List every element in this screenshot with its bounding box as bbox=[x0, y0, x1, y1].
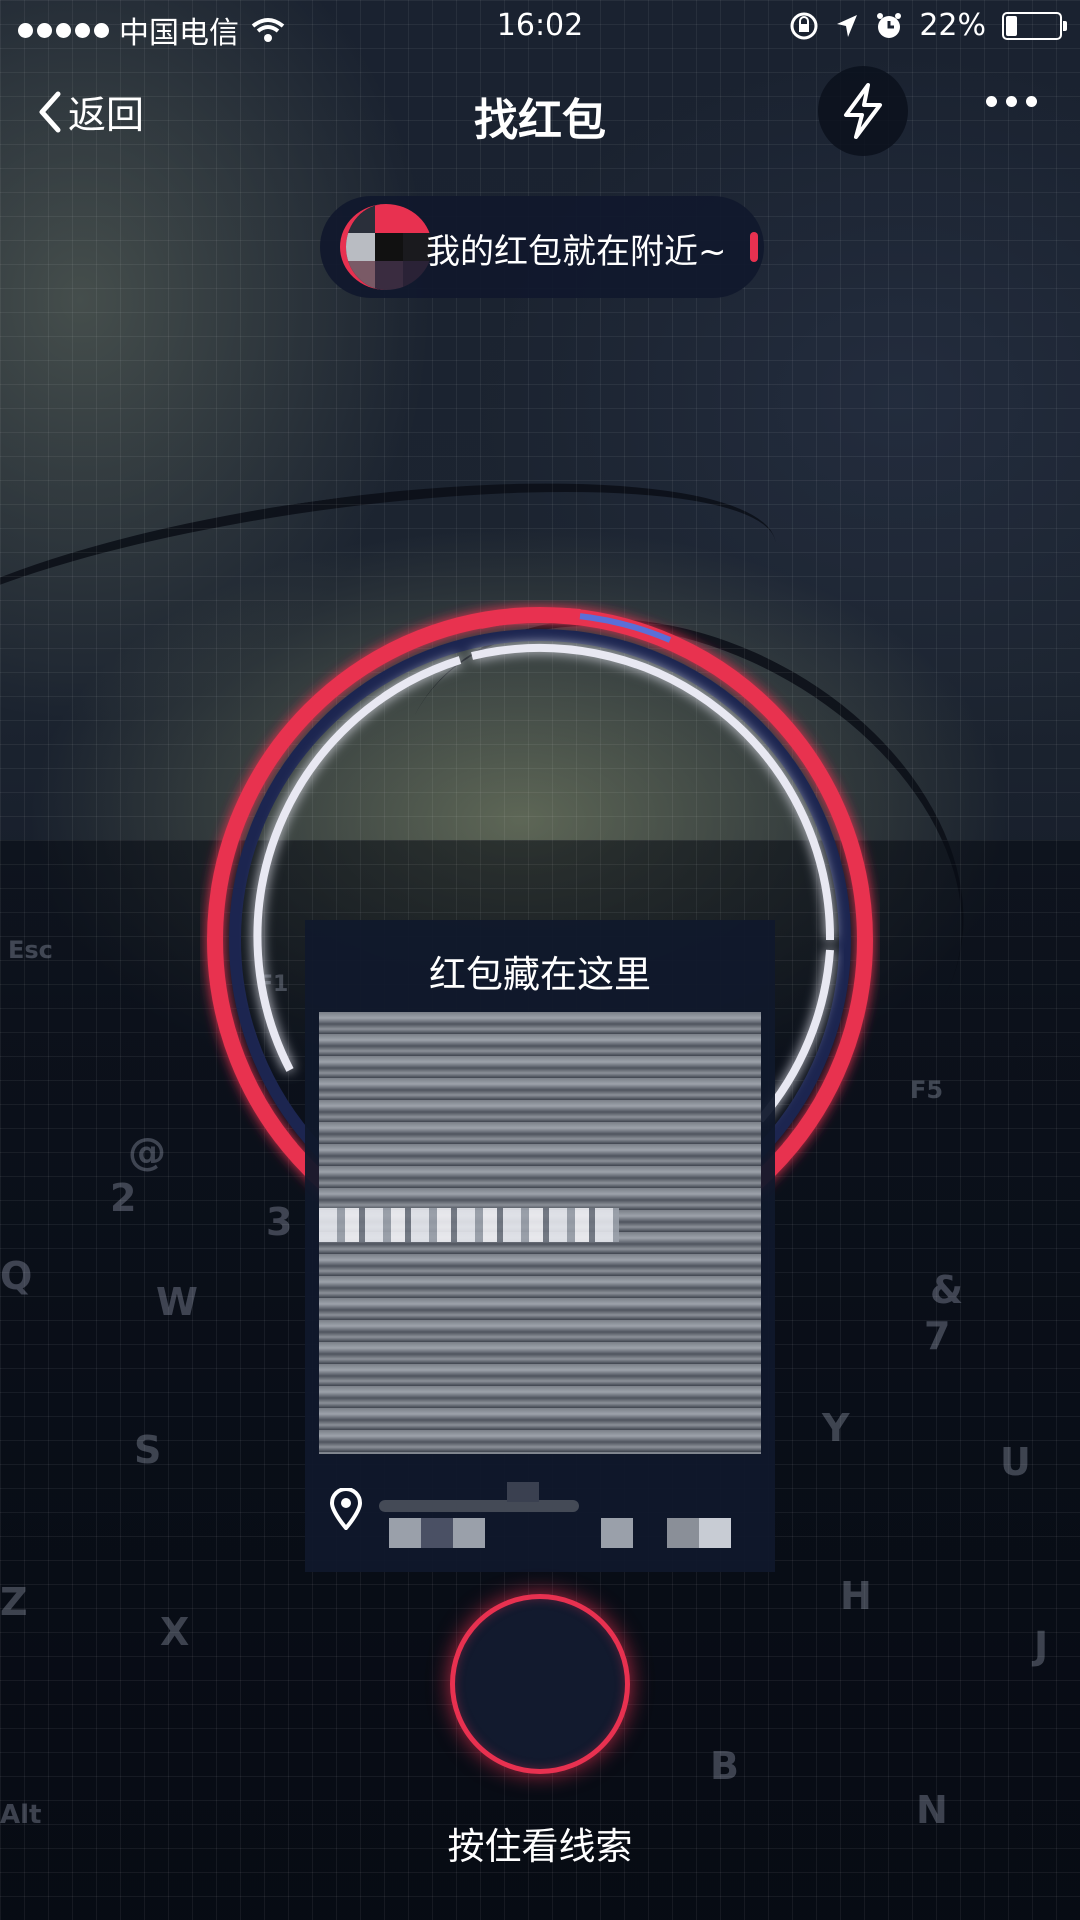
keycap: 7 bbox=[924, 1314, 951, 1358]
keycap: Y bbox=[822, 1406, 850, 1450]
clue-card-title: 红包藏在这里 bbox=[429, 953, 651, 996]
nav-bar: 返回 找红包 bbox=[0, 60, 1080, 160]
status-bar: 中国电信 16:02 22% bbox=[0, 0, 1080, 54]
alarm-icon bbox=[877, 12, 902, 38]
keycap: H bbox=[840, 1574, 872, 1618]
clue-card: 红包藏在这里 bbox=[305, 920, 775, 1572]
keycap: Z bbox=[0, 1580, 28, 1624]
battery-percent: 22% bbox=[919, 8, 986, 43]
camera-view: Esc F1 @ 2 3 Q W S Z X F5 & 7 Y U H J B … bbox=[0, 0, 1080, 1920]
keycap: 2 bbox=[110, 1176, 137, 1220]
page-title: 找红包 bbox=[474, 95, 606, 146]
keycap: @ bbox=[128, 1130, 166, 1174]
hint-text: 我的红包就在附近~ bbox=[426, 232, 727, 272]
blurred-address bbox=[379, 1500, 579, 1512]
lightning-icon bbox=[844, 83, 882, 139]
keycap: X bbox=[160, 1610, 190, 1654]
keycap: & bbox=[930, 1268, 964, 1312]
more-dots-icon bbox=[986, 96, 997, 107]
rotation-lock-icon bbox=[790, 12, 818, 39]
flash-toggle-button[interactable] bbox=[818, 66, 908, 156]
hint-bubble: 我的红包就在附近~ bbox=[320, 196, 764, 298]
keycap: B bbox=[710, 1744, 739, 1788]
keycap: J bbox=[1034, 1624, 1049, 1668]
location-pin-icon bbox=[329, 1488, 363, 1530]
keycap: F5 bbox=[910, 1076, 944, 1104]
hold-button-label: 按住看线索 bbox=[447, 1825, 633, 1868]
keycap: U bbox=[1000, 1440, 1031, 1484]
keycap: W bbox=[156, 1280, 198, 1324]
more-options-button[interactable] bbox=[986, 96, 1037, 107]
clue-photo bbox=[319, 1012, 761, 1454]
keycap: S bbox=[134, 1428, 162, 1472]
keycap: Esc bbox=[8, 936, 53, 964]
hold-to-view-clue-button[interactable] bbox=[450, 1594, 630, 1774]
keycap: Q bbox=[0, 1254, 33, 1298]
avatar bbox=[340, 204, 432, 290]
location-arrow-icon bbox=[837, 14, 858, 37]
clue-location bbox=[319, 1482, 761, 1552]
battery-icon bbox=[1002, 11, 1067, 40]
